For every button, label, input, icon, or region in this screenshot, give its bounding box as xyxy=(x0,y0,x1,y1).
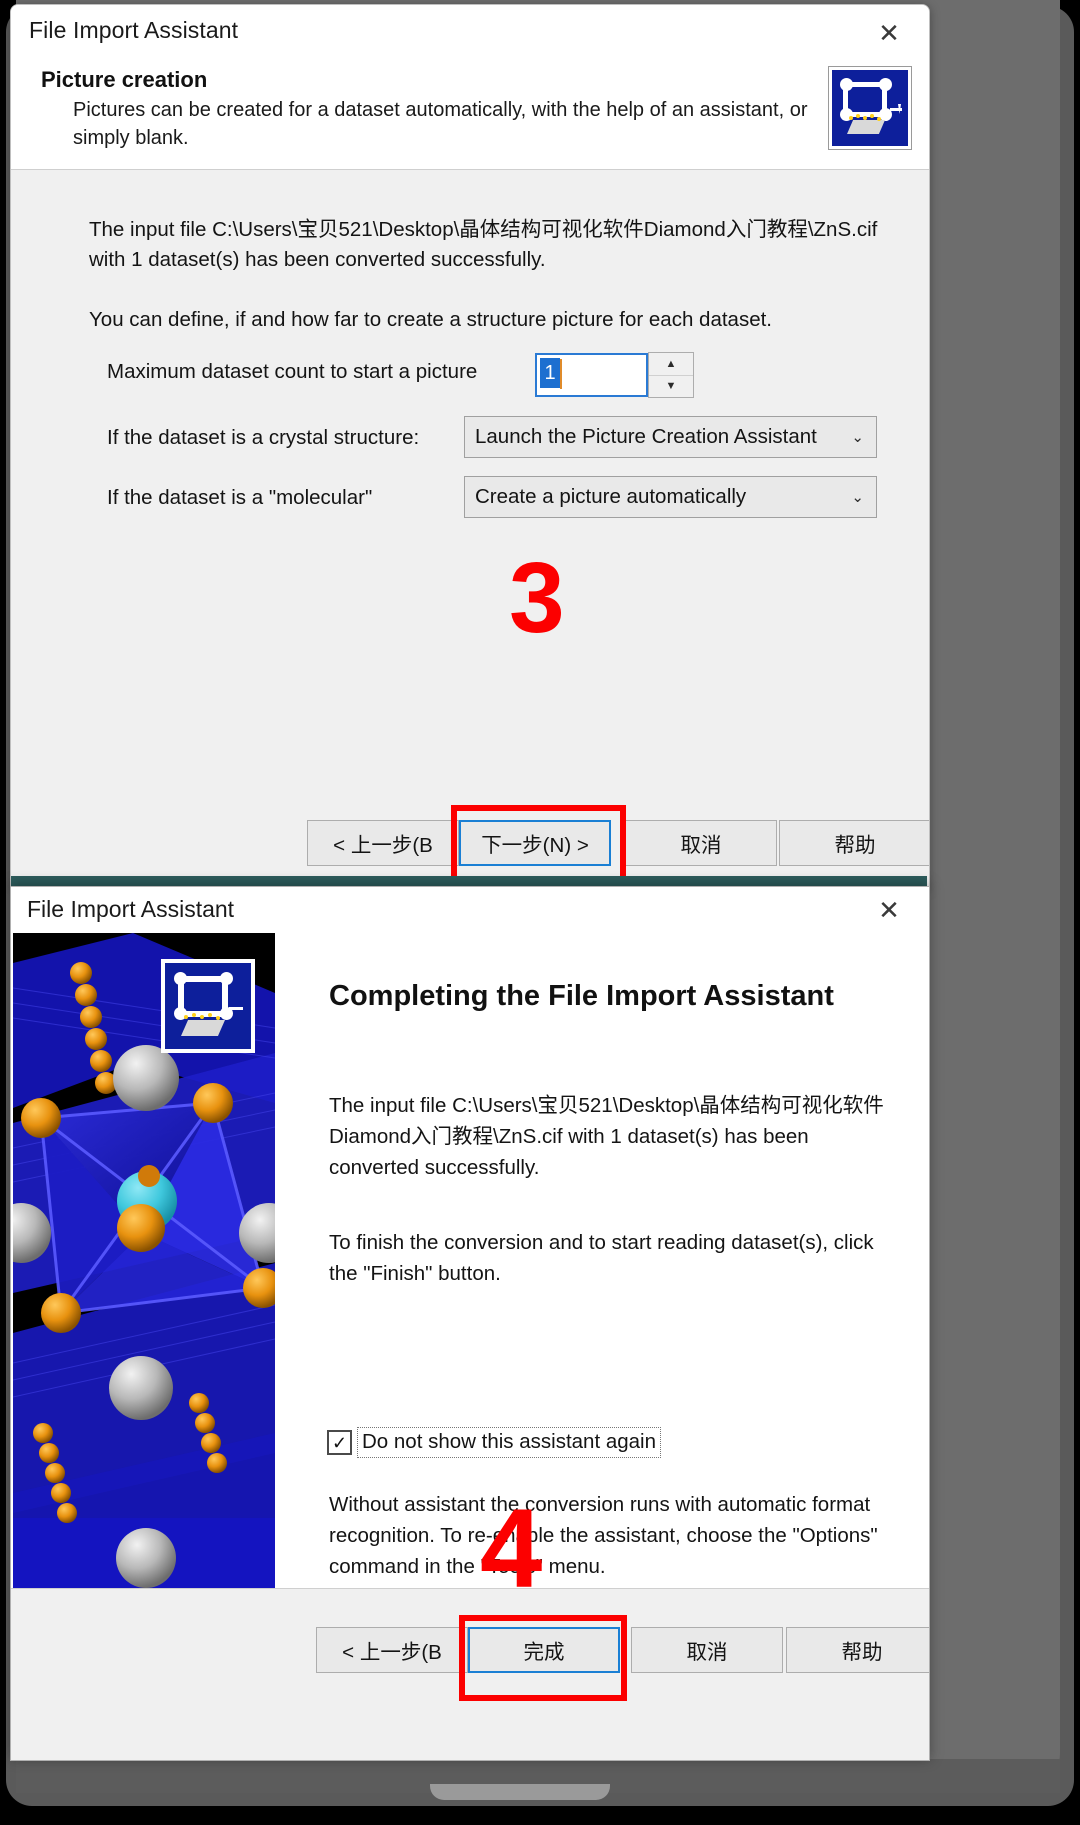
cancel-button[interactable]: 取消 xyxy=(625,820,777,866)
page-title: Picture creation xyxy=(41,67,208,92)
page-subtitle: Pictures can be created for a dataset au… xyxy=(73,99,808,149)
dialog2-window-title: File Import Assistant xyxy=(27,896,235,922)
crystal-structure-value: Launch the Picture Creation Assistant xyxy=(475,425,817,448)
help-button[interactable]: 帮助 xyxy=(779,820,929,866)
cancel-button[interactable]: 取消 xyxy=(631,1627,783,1673)
finish-instruction: To finish the conversion and to start re… xyxy=(329,1231,874,1285)
close-icon[interactable]: ✕ xyxy=(873,17,905,49)
window-edge-strip xyxy=(11,876,927,886)
finish-button[interactable]: 完成 xyxy=(468,1627,620,1673)
max-dataset-value: 1 xyxy=(540,358,560,388)
caret-down-icon[interactable]: ▼ xyxy=(649,375,693,397)
help-button[interactable]: 帮助 xyxy=(786,1627,929,1673)
max-dataset-input[interactable]: 1 xyxy=(535,353,648,397)
step-marker-3: 3 xyxy=(509,542,565,654)
file-import-assistant-icon xyxy=(161,959,255,1053)
dialog2-titlebar: File Import Assistant ✕ xyxy=(11,887,929,933)
crystal-structure-preview xyxy=(13,933,275,1588)
crystal-structure-label: If the dataset is a crystal structure: xyxy=(107,426,420,449)
close-icon[interactable]: ✕ xyxy=(873,895,905,925)
chevron-down-icon: ⌄ xyxy=(851,429,864,446)
file-import-assistant-icon xyxy=(829,67,911,149)
dialog1-footer: < 上一步(B 下一步(N) > 取消 帮助 xyxy=(11,800,929,887)
molecular-select[interactable]: Create a picture automatically ⌄ xyxy=(464,476,877,518)
back-button[interactable]: < 上一步(B xyxy=(316,1627,468,1673)
dialog1-header: Picture creation Pictures can be created… xyxy=(11,57,929,170)
do-not-show-label: Do not show this assistant again xyxy=(357,1427,661,1458)
dialog1-body: The input file C:\Users\宝贝521\Desktop\晶体… xyxy=(11,170,929,801)
next-button[interactable]: 下一步(N) > xyxy=(459,820,611,866)
molecular-label: If the dataset is a "molecular" xyxy=(107,486,373,509)
completing-heading: Completing the File Import Assistant xyxy=(329,980,834,1012)
do-not-show-checkbox[interactable]: ✓ xyxy=(327,1430,352,1455)
max-dataset-stepper[interactable]: ▲ ▼ xyxy=(648,352,694,398)
chevron-down-icon: ⌄ xyxy=(851,489,864,506)
dialog2-footer: < 上一步(B 完成 取消 帮助 xyxy=(11,1588,929,1760)
molecular-value: Create a picture automatically xyxy=(475,485,747,508)
back-button[interactable]: < 上一步(B xyxy=(307,820,459,866)
completing-dialog: File Import Assistant ✕ Completing the F… xyxy=(10,886,930,1761)
dialog1-titlebar: File Import Assistant ✕ xyxy=(11,5,929,57)
max-dataset-label: Maximum dataset count to start a picture xyxy=(107,360,478,383)
screen-frame: File Import Assistant ✕ Picture creation… xyxy=(0,0,1080,1825)
picture-creation-dialog: File Import Assistant ✕ Picture creation… xyxy=(10,4,930,888)
define-message: You can define, if and how far to create… xyxy=(89,308,772,331)
crystal-structure-select[interactable]: Launch the Picture Creation Assistant ⌄ xyxy=(464,416,877,458)
dialog2-main: Completing the File Import Assistant The… xyxy=(275,933,929,1605)
conversion-message: The input file C:\Users\宝贝521\Desktop\晶体… xyxy=(329,1094,884,1179)
caret-up-icon[interactable]: ▲ xyxy=(649,353,693,376)
conversion-message: The input file C:\Users\宝贝521\Desktop\晶体… xyxy=(89,218,878,271)
taskbar-notch xyxy=(430,1784,610,1800)
dialog1-window-title: File Import Assistant xyxy=(29,17,239,43)
text-caret xyxy=(560,359,562,389)
without-assistant-note: Without assistant the conversion runs wi… xyxy=(329,1493,878,1578)
